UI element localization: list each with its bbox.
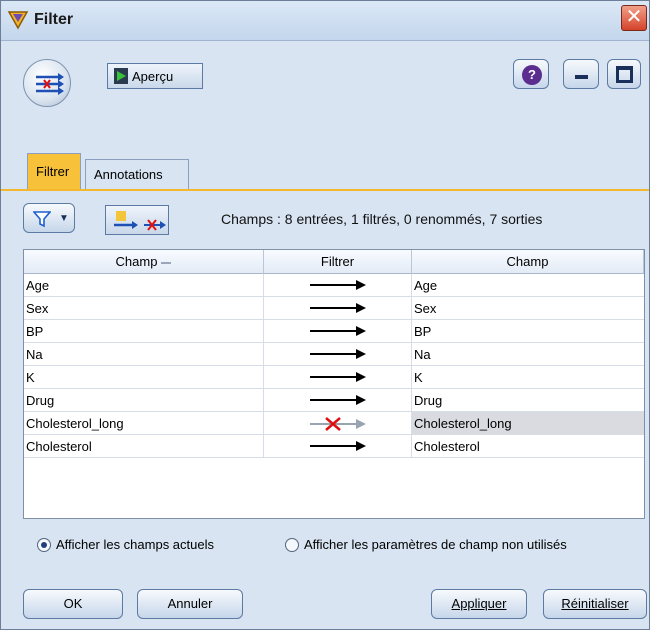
maximize-icon bbox=[616, 66, 633, 83]
arrow-right-icon bbox=[310, 280, 366, 290]
filter-menu-button[interactable]: ▼ bbox=[23, 203, 75, 233]
table-row[interactable]: K K bbox=[24, 366, 644, 389]
filter-toggle-cell[interactable] bbox=[264, 389, 412, 412]
filter-node-icon bbox=[23, 59, 71, 107]
output-field-cell[interactable]: Na bbox=[412, 343, 644, 366]
arrow-right-icon bbox=[310, 303, 366, 313]
radio-show-current-fields[interactable]: Afficher les champs actuels bbox=[37, 537, 214, 552]
output-field-cell[interactable]: BP bbox=[412, 320, 644, 343]
arrow-right-icon bbox=[310, 326, 366, 336]
input-field-cell: Cholesterol bbox=[24, 435, 264, 458]
title-bar[interactable]: Filter ✕ bbox=[1, 1, 649, 41]
table-row[interactable]: Age Age bbox=[24, 274, 644, 297]
table-row[interactable]: BP BP bbox=[24, 320, 644, 343]
output-field-cell[interactable]: Cholesterol bbox=[412, 435, 644, 458]
input-field-cell: BP bbox=[24, 320, 264, 343]
table-header: Champ Filtrer Champ bbox=[24, 250, 644, 274]
filter-toggle-icon bbox=[114, 211, 166, 231]
arrow-right-icon bbox=[310, 349, 366, 359]
radio-show-unused-settings[interactable]: Afficher les paramètres de champ non uti… bbox=[285, 537, 567, 552]
filter-toggle-cell[interactable] bbox=[264, 435, 412, 458]
output-field-cell[interactable]: Age bbox=[412, 274, 644, 297]
filter-toggle-cell[interactable] bbox=[264, 412, 412, 435]
sort-icon bbox=[161, 261, 172, 264]
filter-toggle-button[interactable] bbox=[105, 205, 169, 235]
input-field-cell: Na bbox=[24, 343, 264, 366]
table-row[interactable]: Drug Drug bbox=[24, 389, 644, 412]
table-row[interactable]: Cholesterol_long Cholesterol_long bbox=[24, 412, 644, 435]
ok-button[interactable]: OK bbox=[23, 589, 123, 619]
filter-panel: ▼ Champs : 8 entrées, 1 filtrés, 0 renom… bbox=[1, 191, 649, 629]
arrow-crossed-icon bbox=[310, 417, 366, 431]
output-field-cell[interactable]: Cholesterol_long bbox=[412, 412, 644, 435]
radio-button[interactable] bbox=[37, 537, 51, 552]
column-header-input-field[interactable]: Champ bbox=[24, 250, 264, 274]
minimize-icon bbox=[575, 75, 588, 79]
maximize-button[interactable] bbox=[607, 59, 641, 89]
input-field-cell: K bbox=[24, 366, 264, 389]
tab-annotations[interactable]: Annotations bbox=[85, 159, 189, 189]
arrow-right-icon bbox=[310, 395, 366, 405]
filter-toggle-cell[interactable] bbox=[264, 343, 412, 366]
tab-filtrer[interactable]: Filtrer bbox=[27, 153, 81, 189]
tab-bar: Filtrer Annotations bbox=[1, 151, 649, 191]
toolbar: Aperçu ? bbox=[1, 41, 649, 151]
output-field-cell[interactable]: Sex bbox=[412, 297, 644, 320]
radio-button[interactable] bbox=[285, 537, 299, 552]
input-field-cell: Drug bbox=[24, 389, 264, 412]
fields-summary: Champs : 8 entrées, 1 filtrés, 0 renommé… bbox=[221, 211, 543, 227]
preview-button[interactable]: Aperçu bbox=[107, 63, 203, 89]
chevron-down-icon: ▼ bbox=[59, 213, 69, 224]
funnel-icon bbox=[33, 211, 51, 228]
fields-table: Champ Filtrer Champ Age Age Sex Sex BP B… bbox=[23, 249, 645, 519]
arrow-right-icon bbox=[310, 441, 366, 451]
filter-toggle-cell[interactable] bbox=[264, 297, 412, 320]
table-row[interactable]: Cholesterol Cholesterol bbox=[24, 435, 644, 458]
filter-toggle-cell[interactable] bbox=[264, 274, 412, 297]
input-field-cell: Cholesterol_long bbox=[24, 412, 264, 435]
output-field-cell[interactable]: K bbox=[412, 366, 644, 389]
output-field-cell[interactable]: Drug bbox=[412, 389, 644, 412]
table-row[interactable]: Sex Sex bbox=[24, 297, 644, 320]
column-header-filter[interactable]: Filtrer bbox=[264, 250, 412, 274]
filter-dialog: Filter ✕ Aperçu ? Filtrer Annotations ▼ … bbox=[0, 0, 650, 630]
column-header-output-field[interactable]: Champ bbox=[412, 250, 644, 274]
radio-label: Afficher les paramètres de champ non uti… bbox=[304, 537, 567, 552]
preview-label: Aperçu bbox=[132, 68, 174, 84]
reset-button[interactable]: Réinitialiser bbox=[543, 589, 647, 619]
radio-label: Afficher les champs actuels bbox=[56, 537, 214, 552]
input-field-cell: Age bbox=[24, 274, 264, 297]
filter-toggle-cell[interactable] bbox=[264, 366, 412, 389]
cancel-button[interactable]: Annuler bbox=[137, 589, 243, 619]
input-field-cell: Sex bbox=[24, 297, 264, 320]
table-row[interactable]: Na Na bbox=[24, 343, 644, 366]
close-button[interactable]: ✕ bbox=[621, 5, 647, 31]
apply-button[interactable]: Appliquer bbox=[431, 589, 527, 619]
filter-node-icon bbox=[7, 11, 29, 30]
arrow-right-icon bbox=[310, 372, 366, 382]
minimize-button[interactable] bbox=[563, 59, 599, 89]
column-header-label: Champ bbox=[115, 254, 158, 269]
filter-toggle-cell[interactable] bbox=[264, 320, 412, 343]
help-button[interactable]: ? bbox=[513, 59, 549, 89]
play-icon bbox=[114, 68, 128, 84]
help-icon: ? bbox=[522, 65, 542, 85]
window-title: Filter bbox=[34, 11, 74, 28]
